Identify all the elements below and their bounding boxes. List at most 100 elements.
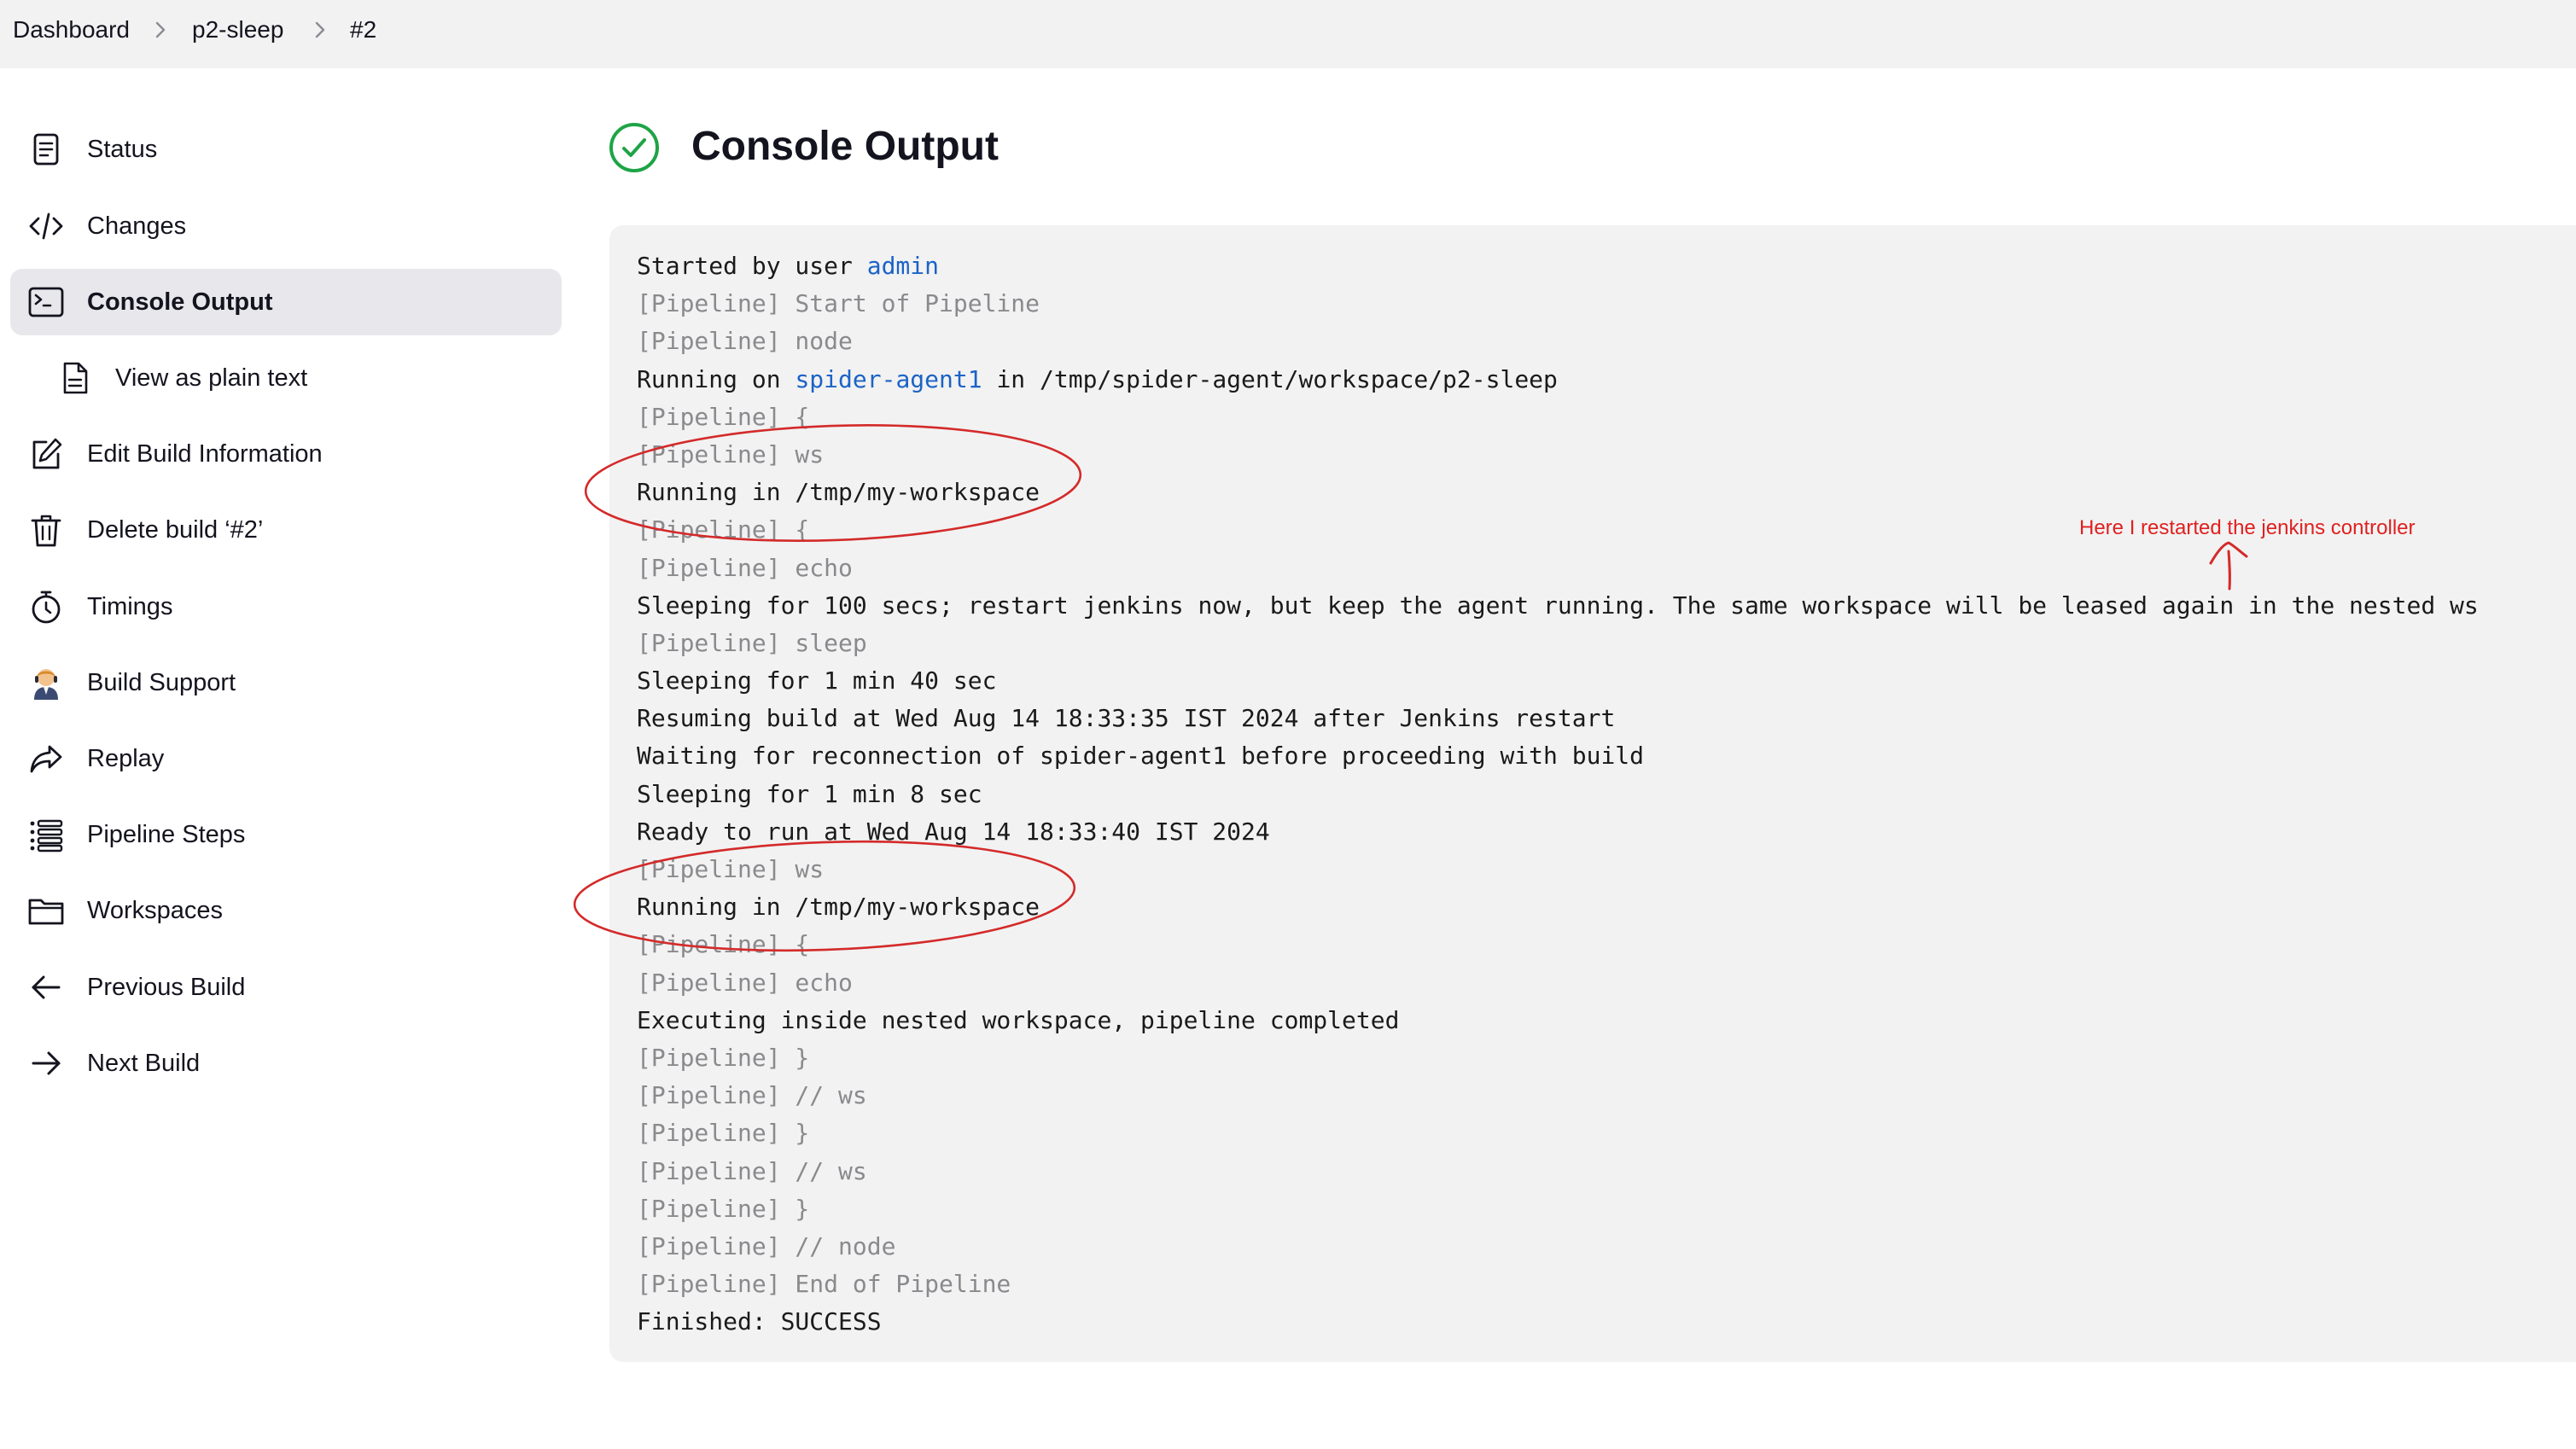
console-line: [Pipeline] // node [637,1228,2479,1266]
console-line: [Pipeline] End of Pipeline [637,1266,2479,1303]
console-line: Finished: SUCCESS [637,1303,2479,1341]
console-line: [Pipeline] node [637,323,2479,360]
console-line: Resuming build at Wed Aug 14 18:33:35 IS… [637,700,2479,737]
trash-icon [31,515,61,547]
console-line-text: in /tmp/spider-agent/workspace/p2-sleep [982,364,1558,393]
console-line-text: Waiting for reconnection of spider-agent… [637,742,1645,771]
breadcrumb: Dashboard p2-sleep #2 [0,0,2576,68]
sidebar-item-pipeline-steps[interactable]: Pipeline Steps [10,801,562,868]
breadcrumb-job[interactable]: p2-sleep [192,15,283,45]
sidebar-item-build-support[interactable]: Build Support [10,649,562,716]
console-line: [Pipeline] echo [637,964,2479,1002]
code-brackets-icon [29,212,63,240]
console-line-text: [Pipeline] sleep [637,628,867,657]
console-line: Ready to run at Wed Aug 14 18:33:40 IST … [637,813,2479,851]
sidebar-item-workspaces[interactable]: Workspaces [10,877,562,944]
console-line: Executing inside nested workspace, pipel… [637,1002,2479,1039]
console-line-text: [Pipeline] node [637,327,853,356]
console-line-text: [Pipeline] ws [637,439,825,468]
sidebar-item-label: Timings [87,593,173,620]
console-line-text: Sleeping for 100 secs; restart jenkins n… [637,591,2479,620]
arrow-left-icon [32,975,61,999]
console-line-text: [Pipeline] End of Pipeline [637,1270,1011,1299]
console-line: [Pipeline] sleep [637,625,2479,662]
console-line-text: [Pipeline] ws [637,855,825,883]
console-line-text: [Pipeline] { [637,515,810,544]
list-steps-icon [30,819,63,853]
console-line-text: [Pipeline] } [637,1119,810,1148]
console-line: Running in /tmp/my-workspace [637,474,2479,511]
edit-note-icon [32,438,62,469]
console-line-text: [Pipeline] } [637,1043,810,1072]
console-line-text: Running in /tmp/my-workspace [637,478,1040,507]
console-line: Started by user admin [637,247,2479,285]
console-line: [Pipeline] } [637,1114,2479,1152]
sidebar-item-timings[interactable]: Timings [10,573,562,640]
sidebar-item-label: Replay [87,745,165,772]
sidebar-item-label: Previous Build [87,974,246,1001]
annotation-note: Here I restarted the jenkins controller [2079,516,2416,539]
sidebar-item-label: Pipeline Steps [87,821,246,848]
console-line-text: [Pipeline] { [637,402,810,431]
console-line: Waiting for reconnection of spider-agent… [637,737,2479,775]
console-line: [Pipeline] ws [637,851,2479,888]
console-line-text: [Pipeline] // node [637,1231,896,1260]
stopwatch-icon [32,591,61,624]
console-line-text: Resuming build at Wed Aug 14 18:33:35 IS… [637,704,1616,733]
console-line: [Pipeline] } [637,1039,2479,1077]
console-line: [Pipeline] Start of Pipeline [637,285,2479,323]
console-line-text: [Pipeline] } [637,1194,810,1223]
console-line: [Pipeline] // ws [637,1153,2479,1190]
sidebar-item-delete-build[interactable]: Delete build ‘#2’ [10,497,562,563]
sidebar-item-changes[interactable]: Changes [10,193,562,259]
status-document-icon [33,133,59,166]
sidebar-item-console-output[interactable]: Console Output [10,269,562,335]
chevron-right-icon [155,21,166,38]
console-line: Sleeping for 1 min 8 sec [637,776,2479,813]
console-line: [Pipeline] } [637,1190,2479,1228]
sidebar-item-view-as-plain-text[interactable]: View as plain text [10,345,562,411]
sidebar-item-label: Next Build [87,1050,201,1077]
console-line-text: Ready to run at Wed Aug 14 18:33:40 IST … [637,817,1270,846]
console-line: Sleeping for 1 min 40 sec [637,662,2479,700]
breadcrumb-dashboard[interactable]: Dashboard [13,15,130,45]
console-line: [Pipeline] // ws [637,1077,2479,1114]
console-line-text: [Pipeline] // ws [637,1156,867,1185]
page-title: Console Output [691,124,999,169]
console-line-text: Sleeping for 1 min 40 sec [637,666,997,695]
console-line: [Pipeline] echo [637,550,2479,587]
console-line-text: Executing inside nested workspace, pipel… [637,1005,1400,1034]
sidebar-item-label: Edit Build Information [87,440,323,468]
sidebar-item-replay[interactable]: Replay [10,725,562,792]
sidebar-item-label: Changes [87,212,187,240]
console-log: Started by user admin [Pipeline] Start of… [637,247,2479,1341]
support-person-icon [34,669,58,700]
console-line-text: Running in /tmp/my-workspace [637,893,1040,922]
console-link[interactable]: spider-agent1 [795,365,982,393]
document-icon [63,362,88,394]
console-line: Running in /tmp/my-workspace [637,888,2479,926]
console-line-text: [Pipeline] echo [637,968,853,997]
replay-arrow-icon [30,745,62,773]
terminal-icon [28,287,64,317]
sidebar-item-next-build[interactable]: Next Build [10,1030,562,1097]
console-line: [Pipeline] { [637,399,2479,436]
sidebar-item-edit-build-information[interactable]: Edit Build Information [10,421,562,487]
chevron-right-icon [315,21,325,38]
breadcrumb-build[interactable]: #2 [350,15,376,45]
console-line-text: [Pipeline] Start of Pipeline [637,289,1040,318]
console-line-text: [Pipeline] echo [637,553,853,582]
sidebar-item-status[interactable]: Status [10,116,562,183]
console-line: Sleeping for 100 secs; restart jenkins n… [637,587,2479,625]
sidebar-item-previous-build[interactable]: Previous Build [10,954,562,1021]
arrow-right-icon [32,1051,61,1075]
sidebar-item-label: View as plain text [115,364,308,392]
sidebar-item-label: Build Support [87,669,236,696]
console-line-text: Finished: SUCCESS [637,1307,882,1336]
console-line: [Pipeline] ws [637,436,2479,474]
console-link[interactable]: admin [867,252,939,280]
console-line-text: Sleeping for 1 min 8 sec [637,779,982,808]
console-line-text: [Pipeline] { [637,930,810,959]
success-check-circle-icon [609,123,659,172]
console-line-text: Running on [637,364,796,393]
